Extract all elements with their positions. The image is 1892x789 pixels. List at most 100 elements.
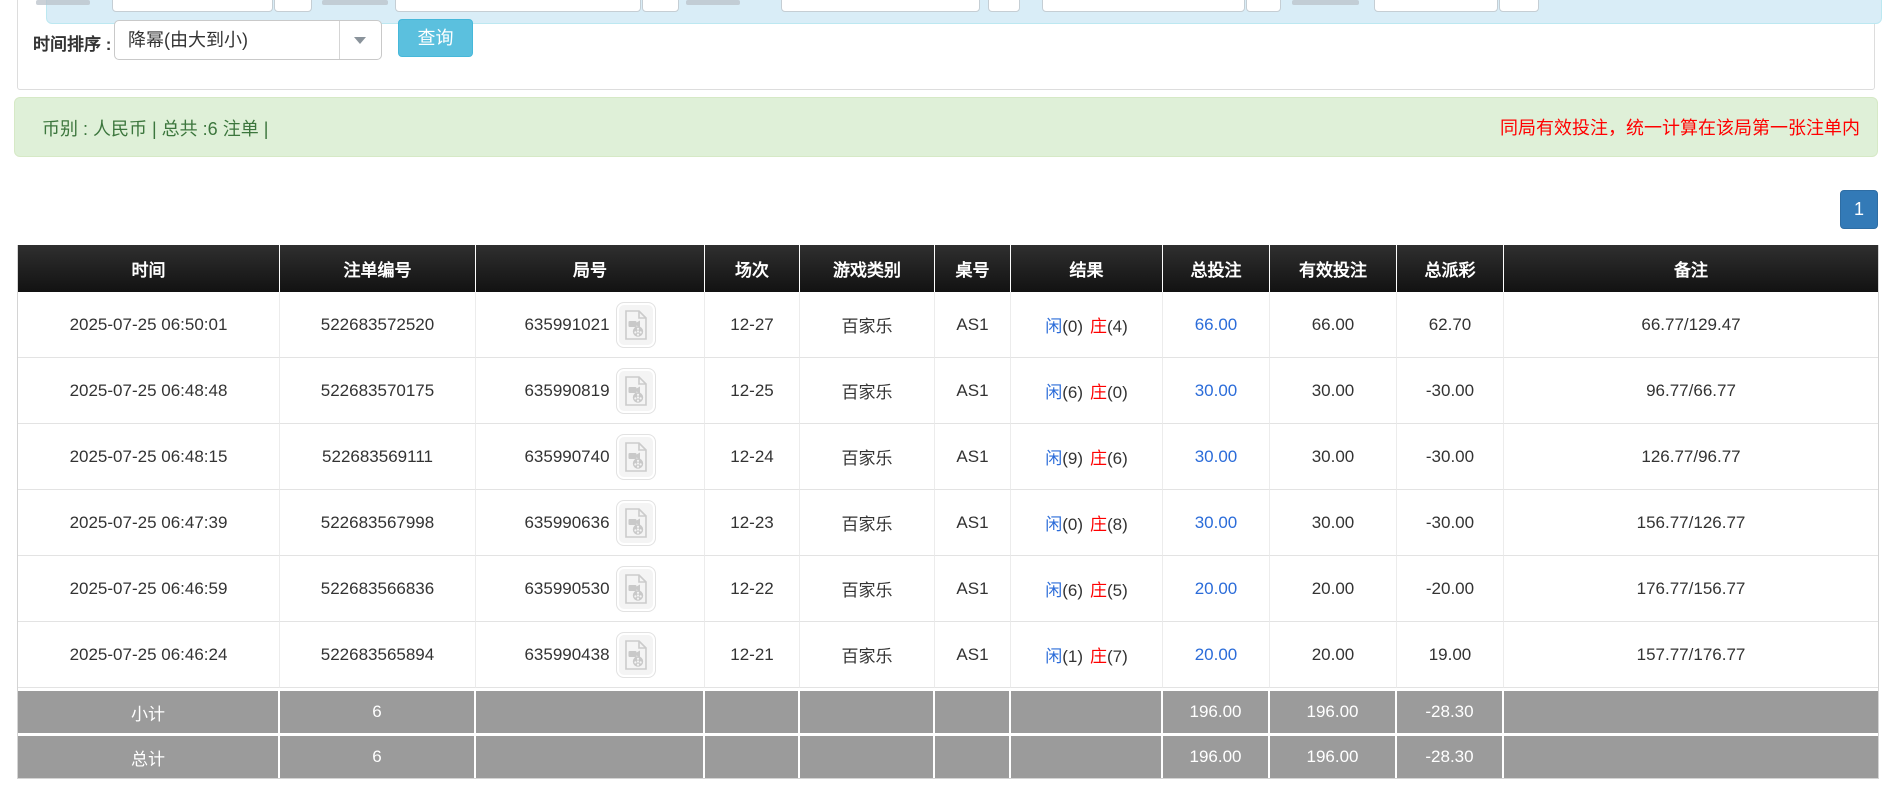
cell-payout: -30.00: [1397, 424, 1504, 490]
subtotal-row: 小计 6 196.00 196.00 -28.30: [18, 688, 1878, 733]
header-round: 局号: [476, 245, 705, 292]
table-row: 2025-07-25 06:48:48 522683570175 6359908…: [18, 358, 1878, 424]
cell-remark: 157.77/176.77: [1504, 622, 1878, 688]
banker-result-count: (6): [1107, 449, 1128, 468]
summary-bar: 币别 : 人民币 | 总共 :6 注单 | 同局有效投注，统一计算在该局第一张注…: [14, 97, 1878, 157]
header-valid-bet: 有效投注: [1270, 245, 1397, 292]
total-bet-link[interactable]: 30.00: [1195, 381, 1238, 400]
cell-game-type: 百家乐: [800, 292, 935, 358]
cut-input-arrow[interactable]: [642, 0, 679, 12]
total-bet-link[interactable]: 66.00: [1195, 315, 1238, 334]
player-result-count: (0): [1062, 317, 1083, 336]
video-replay-button[interactable]: [615, 433, 656, 480]
cell-result: 闲(6) 庄(5): [1011, 556, 1163, 622]
video-replay-button[interactable]: [615, 499, 656, 546]
clipped-label: [322, 0, 388, 5]
total-bet-link[interactable]: 20.00: [1195, 579, 1238, 598]
sort-order-combobox[interactable]: 降幂(由大到小): [114, 20, 382, 60]
cut-input[interactable]: [1374, 0, 1498, 12]
total-bet-link[interactable]: 30.00: [1195, 447, 1238, 466]
header-bet-id: 注单编号: [280, 245, 476, 292]
sort-order-value: 降幂(由大到小): [128, 30, 248, 50]
cell-round: 635990530: [476, 556, 705, 622]
player-result-count: (1): [1062, 647, 1083, 666]
player-result-count: (6): [1062, 581, 1083, 600]
cut-input[interactable]: [112, 0, 273, 12]
cut-input-arrow[interactable]: [988, 0, 1020, 12]
cell-round: 635990740: [476, 424, 705, 490]
cell-remark: 176.77/156.77: [1504, 556, 1878, 622]
cell-payout: -20.00: [1397, 556, 1504, 622]
banker-result-count: (8): [1107, 515, 1128, 534]
cut-input[interactable]: [1042, 0, 1245, 12]
banker-result-label: 庄: [1090, 317, 1107, 336]
cell-table-no: AS1: [935, 292, 1011, 358]
cell-total-bet: 20.00: [1163, 622, 1270, 688]
subtotal-label: 小计: [18, 688, 280, 733]
notice-text: 同局有效投注，统一计算在该局第一张注单内: [1500, 118, 1860, 138]
header-total-bet: 总投注: [1163, 245, 1270, 292]
total-valid-bet: 196.00: [1270, 733, 1397, 778]
cell-total-bet: 66.00: [1163, 292, 1270, 358]
cell-table-no: AS1: [935, 358, 1011, 424]
cell-result: 闲(0) 庄(8): [1011, 490, 1163, 556]
cell-game-type: 百家乐: [800, 556, 935, 622]
cell-bet-id: 522683566836: [280, 556, 476, 622]
player-result-count: (9): [1062, 449, 1083, 468]
cell-game-type: 百家乐: [800, 424, 935, 490]
banker-result-label: 庄: [1090, 383, 1107, 402]
cell-session: 12-21: [705, 622, 800, 688]
banker-result-label: 庄: [1090, 581, 1107, 600]
cut-input-arrow[interactable]: [274, 0, 312, 12]
cell-bet-id: 522683572520: [280, 292, 476, 358]
cell-session: 12-23: [705, 490, 800, 556]
cell-game-type: 百家乐: [800, 358, 935, 424]
combobox-arrow-button[interactable]: [339, 21, 381, 59]
header-game-type: 游戏类别: [800, 245, 935, 292]
table-row: 2025-07-25 06:48:15 522683569111 6359907…: [18, 424, 1878, 490]
video-replay-icon: [624, 375, 647, 406]
bet-records-table-wrap: 时间 注单编号 局号 场次 游戏类别 桌号 结果 总投注 有效投注 总派彩 备注…: [17, 245, 1879, 779]
subtotal-total-bet: 196.00: [1163, 688, 1270, 733]
cell-result: 闲(1) 庄(7): [1011, 622, 1163, 688]
cell-valid-bet: 66.00: [1270, 292, 1397, 358]
cut-input[interactable]: [781, 0, 980, 12]
cell-session: 12-25: [705, 358, 800, 424]
cell-payout: -30.00: [1397, 358, 1504, 424]
pagination-page-1-button[interactable]: 1: [1840, 190, 1878, 229]
cell-time: 2025-07-25 06:48:15: [18, 424, 280, 490]
cell-time: 2025-07-25 06:46:59: [18, 556, 280, 622]
video-replay-icon: [624, 441, 647, 472]
cell-session: 12-27: [705, 292, 800, 358]
cell-session: 12-22: [705, 556, 800, 622]
cell-valid-bet: 30.00: [1270, 358, 1397, 424]
clipped-label: [1292, 0, 1359, 5]
round-number: 635990740: [524, 446, 610, 466]
header-remark: 备注: [1504, 245, 1878, 292]
cut-input-arrow[interactable]: [1246, 0, 1281, 12]
video-replay-button[interactable]: [615, 565, 656, 612]
cell-remark: 96.77/66.77: [1504, 358, 1878, 424]
player-result-count: (6): [1062, 383, 1083, 402]
player-result-label: 闲: [1045, 449, 1063, 468]
cell-valid-bet: 30.00: [1270, 424, 1397, 490]
cut-input[interactable]: [395, 0, 641, 12]
total-bet-link[interactable]: 20.00: [1195, 645, 1238, 664]
video-replay-icon: [624, 573, 647, 604]
video-replay-button[interactable]: [615, 367, 656, 414]
video-replay-button[interactable]: [615, 631, 656, 678]
header-payout: 总派彩: [1397, 245, 1504, 292]
total-label: 总计: [18, 733, 280, 778]
cell-result: 闲(6) 庄(0): [1011, 358, 1163, 424]
banker-result-count: (4): [1107, 317, 1128, 336]
cell-bet-id: 522683570175: [280, 358, 476, 424]
cell-session: 12-24: [705, 424, 800, 490]
player-result-label: 闲: [1045, 647, 1063, 666]
cut-input-arrow[interactable]: [1499, 0, 1539, 12]
total-count: 6: [280, 733, 476, 778]
video-replay-button[interactable]: [615, 301, 656, 348]
query-button[interactable]: 查询: [398, 19, 473, 57]
total-bet-link[interactable]: 30.00: [1195, 513, 1238, 532]
round-number: 635990636: [524, 512, 610, 532]
banker-result-count: (5): [1107, 581, 1128, 600]
